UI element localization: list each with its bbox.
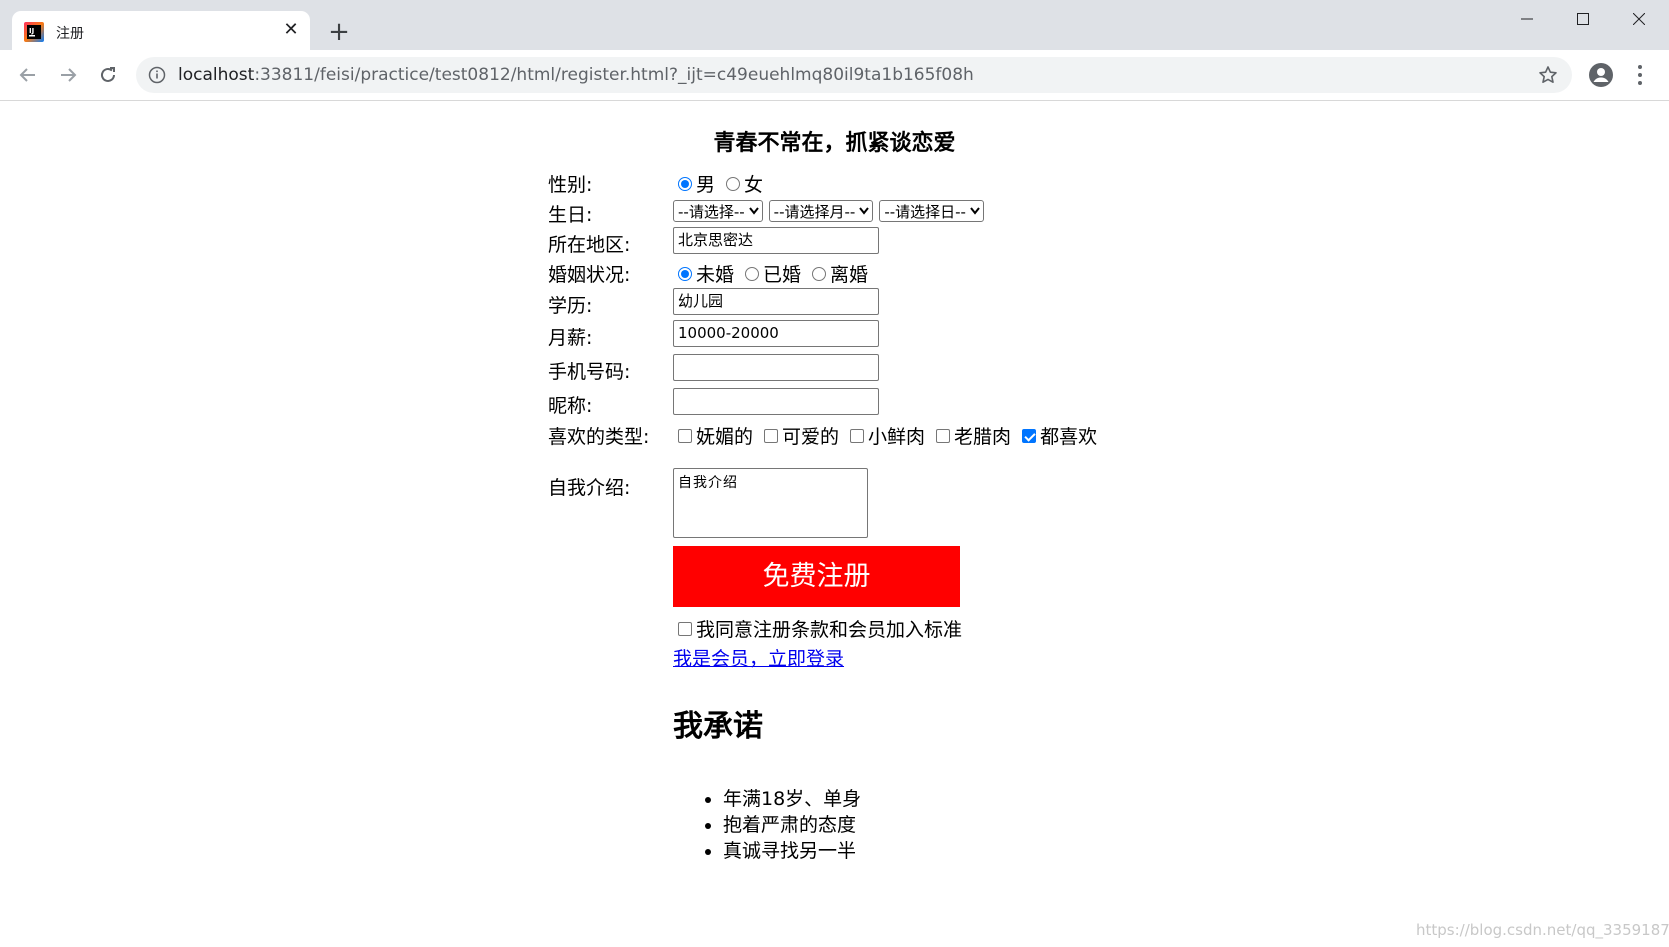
birth-day-select[interactable]: --请选择日--: [879, 200, 984, 222]
birth-year-select[interactable]: --请选择--: [673, 200, 763, 222]
watermark-text: https://blog.csdn.net/qq_33591873: [1416, 921, 1669, 939]
list-item: 抱着严肃的态度: [723, 812, 861, 838]
type-young-label: 小鲜肉: [868, 426, 926, 448]
marital-options: 未婚 已婚 离婚: [673, 260, 868, 287]
page-heading: 青春不常在，抓紧谈恋爱: [713, 131, 956, 156]
new-tab-button[interactable]: +: [324, 18, 354, 48]
type-mature-checkbox[interactable]: [936, 428, 951, 443]
marital-married-radio[interactable]: [745, 266, 760, 281]
salary-label: 月薪:: [548, 327, 593, 349]
region-input[interactable]: 北京思密达: [673, 227, 879, 254]
gender-male-radio[interactable]: [678, 176, 692, 191]
type-young-checkbox[interactable]: [850, 428, 865, 443]
forward-arrow-icon[interactable]: [54, 61, 82, 89]
gender-male-label: 男: [696, 174, 716, 196]
address-bar[interactable]: localhost:33811/feisi/practice/test0812/…: [136, 57, 1572, 93]
intro-label: 自我介绍:: [548, 477, 631, 499]
promise-list: 年满18岁、单身 抱着严肃的态度 真诚寻找另一半: [673, 786, 861, 864]
nickname-input[interactable]: [673, 388, 879, 415]
gender-female-label: 女: [744, 174, 764, 196]
marital-single-label: 未婚: [696, 264, 735, 286]
type-all-label: 都喜欢: [1040, 426, 1098, 448]
back-arrow-icon[interactable]: [14, 61, 42, 89]
url-text[interactable]: localhost:33811/feisi/practice/test0812/…: [178, 65, 974, 85]
close-tab-icon[interactable]: ✕: [280, 19, 302, 41]
marital-divorced-radio[interactable]: [812, 266, 827, 281]
agree-row: 我同意注册条款和会员加入标准: [673, 615, 962, 642]
kebab-menu-icon[interactable]: [1628, 62, 1652, 88]
types-label: 喜欢的类型:: [548, 426, 650, 448]
tab-strip: IJ 注册 ✕ +: [0, 0, 1669, 50]
intellij-favicon-icon: IJ: [24, 22, 44, 42]
birth-month-select[interactable]: --请选择月--: [768, 200, 874, 222]
reload-icon[interactable]: [94, 61, 122, 89]
list-item: 年满18岁、单身: [723, 786, 861, 812]
type-cute-checkbox[interactable]: [764, 428, 779, 443]
page-content: 青春不常在，抓紧谈恋爱 性别: 男 女 生日: --请选择-- --请选择月--…: [0, 101, 1669, 947]
agree-label: 我同意注册条款和会员加入标准: [696, 619, 963, 641]
marital-married-label: 已婚: [763, 264, 802, 286]
agree-checkbox[interactable]: [678, 621, 692, 636]
phone-label: 手机号码:: [548, 361, 631, 383]
free-register-button[interactable]: 免费注册: [673, 546, 960, 607]
gender-label: 性别:: [548, 174, 593, 196]
browser-toolbar: localhost:33811/feisi/practice/test0812/…: [0, 50, 1669, 101]
promise-heading: 我承诺: [673, 709, 763, 744]
birthday-label: 生日:: [548, 204, 593, 226]
intro-textarea[interactable]: 自我介绍: [673, 468, 868, 538]
active-tab[interactable]: IJ 注册 ✕: [12, 11, 310, 50]
marital-label: 婚姻状况:: [548, 264, 631, 286]
gender-female-radio[interactable]: [726, 176, 741, 191]
education-input[interactable]: 幼儿园: [673, 288, 879, 315]
chevron-down-icon: [970, 207, 980, 215]
phone-input[interactable]: [673, 354, 879, 381]
member-login-link[interactable]: 我是会员，立即登录: [673, 644, 844, 671]
list-item: 真诚寻找另一半: [723, 838, 861, 864]
nickname-label: 昵称:: [548, 395, 593, 417]
profile-avatar-icon[interactable]: [1588, 62, 1614, 88]
bookmark-star-icon[interactable]: [1538, 65, 1558, 85]
chevron-down-icon: [859, 207, 870, 215]
education-label: 学历:: [548, 295, 593, 317]
birthday-selects: --请选择-- --请选择月-- --请选择日--: [673, 200, 990, 222]
type-all-checkbox[interactable]: [1022, 428, 1037, 443]
salary-input[interactable]: 10000-20000: [673, 320, 879, 347]
info-icon[interactable]: [148, 66, 166, 84]
maximize-icon[interactable]: [1556, 0, 1610, 38]
types-options: 妩媚的 可爱的 小鲜肉 老腊肉 都喜欢: [673, 422, 1097, 449]
type-mature-label: 老腊肉: [954, 426, 1012, 448]
type-cute-label: 可爱的: [782, 426, 840, 448]
type-charming-label: 妩媚的: [696, 426, 754, 448]
marital-divorced-label: 离婚: [830, 264, 869, 286]
svg-text:IJ: IJ: [29, 27, 34, 35]
chevron-down-icon: [748, 207, 759, 215]
tab-title: 注册: [56, 26, 84, 42]
marital-single-radio[interactable]: [678, 266, 692, 281]
type-charming-checkbox[interactable]: [678, 428, 692, 443]
minimize-icon[interactable]: [1500, 0, 1554, 38]
window-close-icon[interactable]: [1612, 0, 1666, 38]
region-label: 所在地区:: [548, 234, 631, 256]
gender-options: 男 女: [673, 170, 763, 197]
